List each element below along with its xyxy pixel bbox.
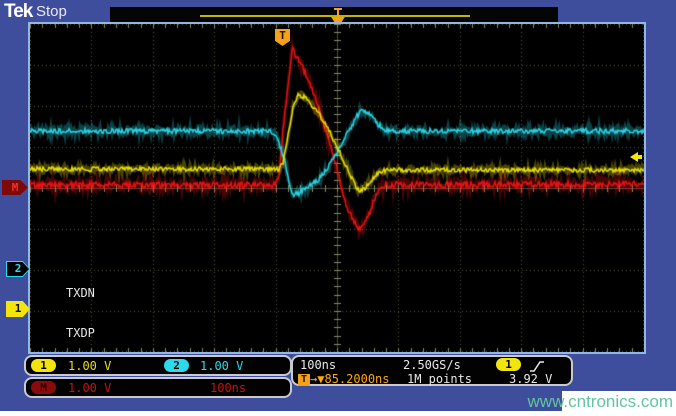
channel1-badge[interactable]: 1: [31, 359, 56, 372]
trigger-t-icon: T: [298, 374, 310, 386]
channel2-position-marker[interactable]: 2: [6, 261, 30, 277]
trigger-level-arrow-icon[interactable]: [629, 148, 643, 167]
math-scale: 1.00 V: [68, 381, 111, 395]
channel1-scale: 1.00 V: [68, 359, 111, 373]
watermark-text: www.cntronics.com: [528, 392, 673, 412]
channel2-badge[interactable]: 2: [164, 359, 189, 372]
trigger-position-readout: T→▼85.2000ns: [298, 372, 390, 386]
trace-label-txdn: TXDN: [66, 286, 95, 300]
math-timebase: 100ns: [210, 381, 246, 395]
waveform-display[interactable]: T TXDN TXDP: [28, 22, 646, 354]
math-position-marker[interactable]: M: [2, 180, 28, 195]
record-length-value: 1M points: [407, 372, 472, 386]
oscilloscope-screen: Tek Stop T TXDN TXDP M 2 1 1 1.00 V 2 1.…: [0, 0, 676, 416]
channel2-scale: 1.00 V: [200, 359, 243, 373]
vertical-scale-readout[interactable]: 1 1.00 V 2 1.00 V: [24, 355, 292, 376]
channel2-position-marker-label: 2: [7, 262, 29, 276]
acquisition-status: Stop: [36, 3, 67, 20]
trigger-position-value: 85.2000ns: [324, 372, 389, 386]
trigger-source-badge[interactable]: 1: [496, 358, 521, 371]
horizontal-trigger-readout[interactable]: 100ns 2.50GS/s 1 T→▼85.2000ns 1M points …: [291, 355, 573, 386]
channel1-position-marker[interactable]: 1: [6, 301, 30, 317]
math-scale-readout[interactable]: M 1.00 V 100ns: [24, 377, 292, 398]
waveform-canvas[interactable]: [30, 24, 644, 352]
sample-rate-value: 2.50GS/s: [403, 358, 461, 372]
timebase-value: 100ns: [300, 358, 336, 372]
tek-logo: Tek: [4, 1, 32, 23]
trigger-level-value: 3.92 V: [509, 372, 552, 386]
math-badge[interactable]: M: [31, 381, 56, 394]
trace-label-txdp: TXDP: [66, 326, 95, 340]
